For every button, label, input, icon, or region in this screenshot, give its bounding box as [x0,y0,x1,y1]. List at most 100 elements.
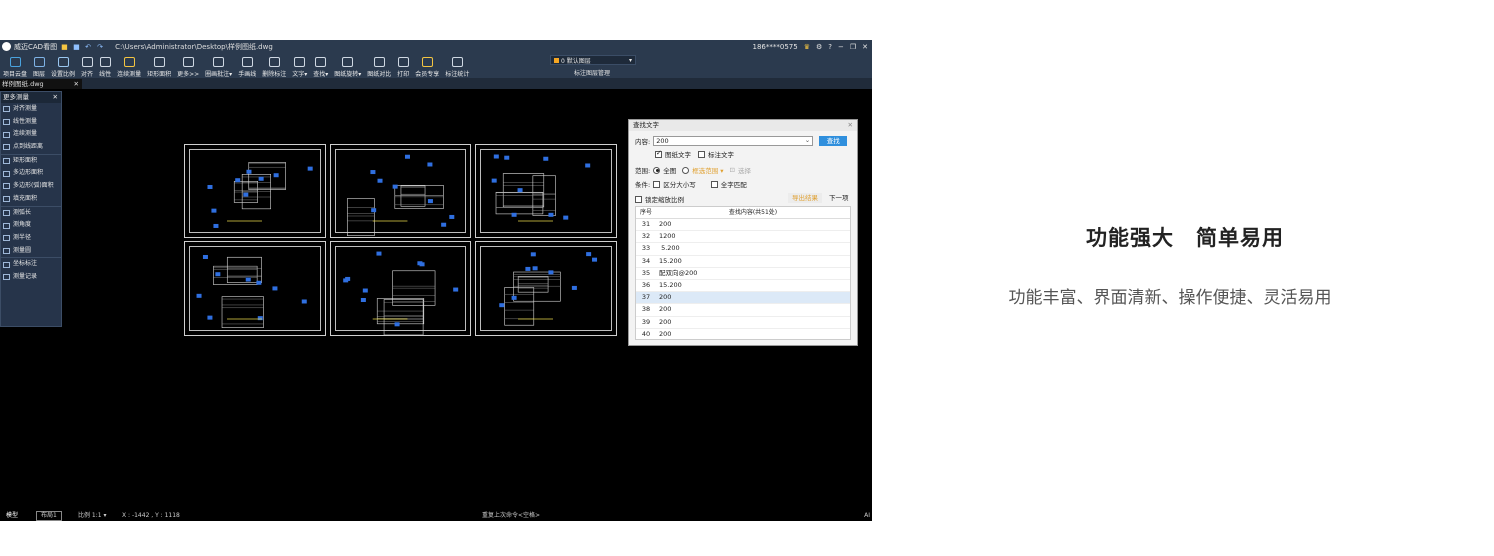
open-folder-icon[interactable]: ■ [61,43,69,51]
range-all-radio[interactable] [653,166,661,174]
layout-tab[interactable]: 布局1 [36,511,62,521]
close-panel-icon[interactable]: ✕ [53,92,58,103]
layer-select[interactable]: 0 默认图层 ▾ [550,55,636,65]
table-row[interactable]: 33 5.200 [636,243,850,256]
search-highlight-mark[interactable] [362,288,368,293]
measure-item[interactable]: 测量记录 [1,271,61,284]
ribbon-freehand-button[interactable]: 手画线 [235,57,259,78]
help-icon[interactable]: ? [828,43,832,51]
drawing-text-checkbox[interactable] [655,149,662,158]
next-item-button[interactable]: 下一项 [825,193,853,203]
table-row[interactable]: 38 200 [636,304,850,317]
table-row[interactable]: 37 200 [636,292,850,305]
table-row[interactable]: 31 200 [636,219,850,232]
match-case-checkbox[interactable] [653,180,661,188]
drawing-sheet-4[interactable] [184,241,326,336]
search-highlight-mark[interactable] [504,155,510,160]
table-row[interactable]: 34 15.200 [636,256,850,268]
measure-item[interactable]: 连续测量 [1,128,61,141]
chevron-down-icon[interactable]: ⌄ [805,136,810,145]
search-highlight-mark[interactable] [511,212,517,217]
export-results-button[interactable]: 导出结果 [788,193,822,203]
measure-item[interactable]: 坐标标注 [1,257,61,271]
search-highlight-mark[interactable] [207,184,213,189]
search-highlight-mark[interactable] [301,299,307,304]
range-region-label[interactable]: 框选范围 ▾ [692,165,723,175]
table-row[interactable]: 36 15.200 [636,280,850,293]
search-highlight-mark[interactable] [376,251,382,256]
layer-manager-label[interactable]: 标注图层管理 [574,68,610,77]
search-highlight-mark[interactable] [257,316,263,321]
search-highlight-mark[interactable] [370,170,376,175]
document-tab[interactable]: 样例图纸.dwg ✕ [0,79,82,89]
search-highlight-mark[interactable] [392,184,398,189]
ribbon-more-button[interactable]: 更多>> [174,57,202,78]
search-highlight-mark[interactable] [525,266,531,271]
search-highlight-mark[interactable] [453,287,459,292]
measure-item[interactable]: 对齐测量 [1,103,61,116]
search-highlight-mark[interactable] [404,154,410,159]
measure-item[interactable]: 矩形面积 [1,153,61,168]
ribbon-print-button[interactable]: 打印 [394,57,412,78]
minimize-button[interactable]: − [838,43,844,51]
ribbon-align-button[interactable]: 对齐 [78,57,96,78]
search-highlight-mark[interactable] [394,322,400,327]
drawing-sheet-6[interactable] [475,241,617,336]
search-highlight-mark[interactable] [530,252,536,257]
table-row[interactable]: 32 1200 [636,231,850,244]
drawing-sheet-3[interactable] [475,144,617,238]
search-highlight-mark[interactable] [377,178,383,183]
search-highlight-mark[interactable] [427,199,433,204]
search-highlight-mark[interactable] [491,178,497,183]
scale-select[interactable]: 比例 1:1 ▾ [78,510,106,521]
search-highlight-mark[interactable] [196,293,202,298]
measure-item[interactable]: 测弧长 [1,205,61,220]
search-highlight-mark[interactable] [246,169,252,174]
content-input[interactable]: 200 ⌄ [653,136,814,146]
whole-word-checkbox[interactable] [710,180,718,188]
search-highlight-mark[interactable] [273,173,279,178]
measure-item[interactable]: 测量圆 [1,245,61,258]
drawing-sheet-5[interactable] [330,241,471,336]
measure-item[interactable]: 点到线距离 [1,141,61,154]
drawing-sheet-1[interactable] [184,144,326,238]
ribbon-rotate-button[interactable]: 图纸旋转▾ [331,57,364,78]
measure-item[interactable]: 多边形(弧)面积 [1,180,61,193]
search-highlight-mark[interactable] [371,208,377,213]
measure-item[interactable]: 多边形面积 [1,167,61,180]
search-highlight-mark[interactable] [563,215,569,220]
search-highlight-mark[interactable] [449,214,455,219]
range-select-label[interactable]: 选择 [738,165,751,175]
search-highlight-mark[interactable] [511,295,517,300]
measure-item[interactable]: 测角度 [1,219,61,232]
account-label[interactable]: 186****0575 [753,43,798,51]
table-row[interactable]: 35 配双向@200 [636,268,850,280]
close-dialog-icon[interactable]: ✕ [848,120,853,131]
search-highlight-mark[interactable] [548,212,554,217]
search-highlight-mark[interactable] [256,280,262,285]
ribbon-continuous-button[interactable]: 连续测量 [114,57,144,78]
ribbon-stats-button[interactable]: 标注统计 [442,57,472,78]
search-highlight-mark[interactable] [202,254,208,259]
vip-crown-icon[interactable]: ♛ [804,43,810,51]
search-highlight-mark[interactable] [211,208,217,213]
search-highlight-mark[interactable] [360,298,366,303]
ribbon-vip-button[interactable]: 会员专享 [412,57,442,78]
search-highlight-mark[interactable] [499,303,505,308]
search-highlight-mark[interactable] [441,222,447,227]
search-highlight-mark[interactable] [585,163,591,168]
search-highlight-mark[interactable] [493,154,499,159]
ribbon-rect-area-button[interactable]: 矩形面积 [144,57,174,78]
search-highlight-mark[interactable] [532,266,538,271]
search-highlight-mark[interactable] [245,277,251,282]
ribbon-scale-button[interactable]: 设置比例 [48,57,78,78]
ribbon-layers-button[interactable]: 图层 [30,57,48,78]
table-row[interactable]: 40 200 [636,329,850,339]
close-tab-icon[interactable]: ✕ [74,79,79,89]
close-button[interactable]: ✕ [862,43,868,51]
search-highlight-mark[interactable] [243,192,249,197]
maximize-button[interactable]: ❐ [850,43,856,51]
search-highlight-mark[interactable] [258,176,264,181]
ribbon-markup-button[interactable]: 圈画批注▾ [202,57,235,78]
search-highlight-mark[interactable] [571,285,577,290]
